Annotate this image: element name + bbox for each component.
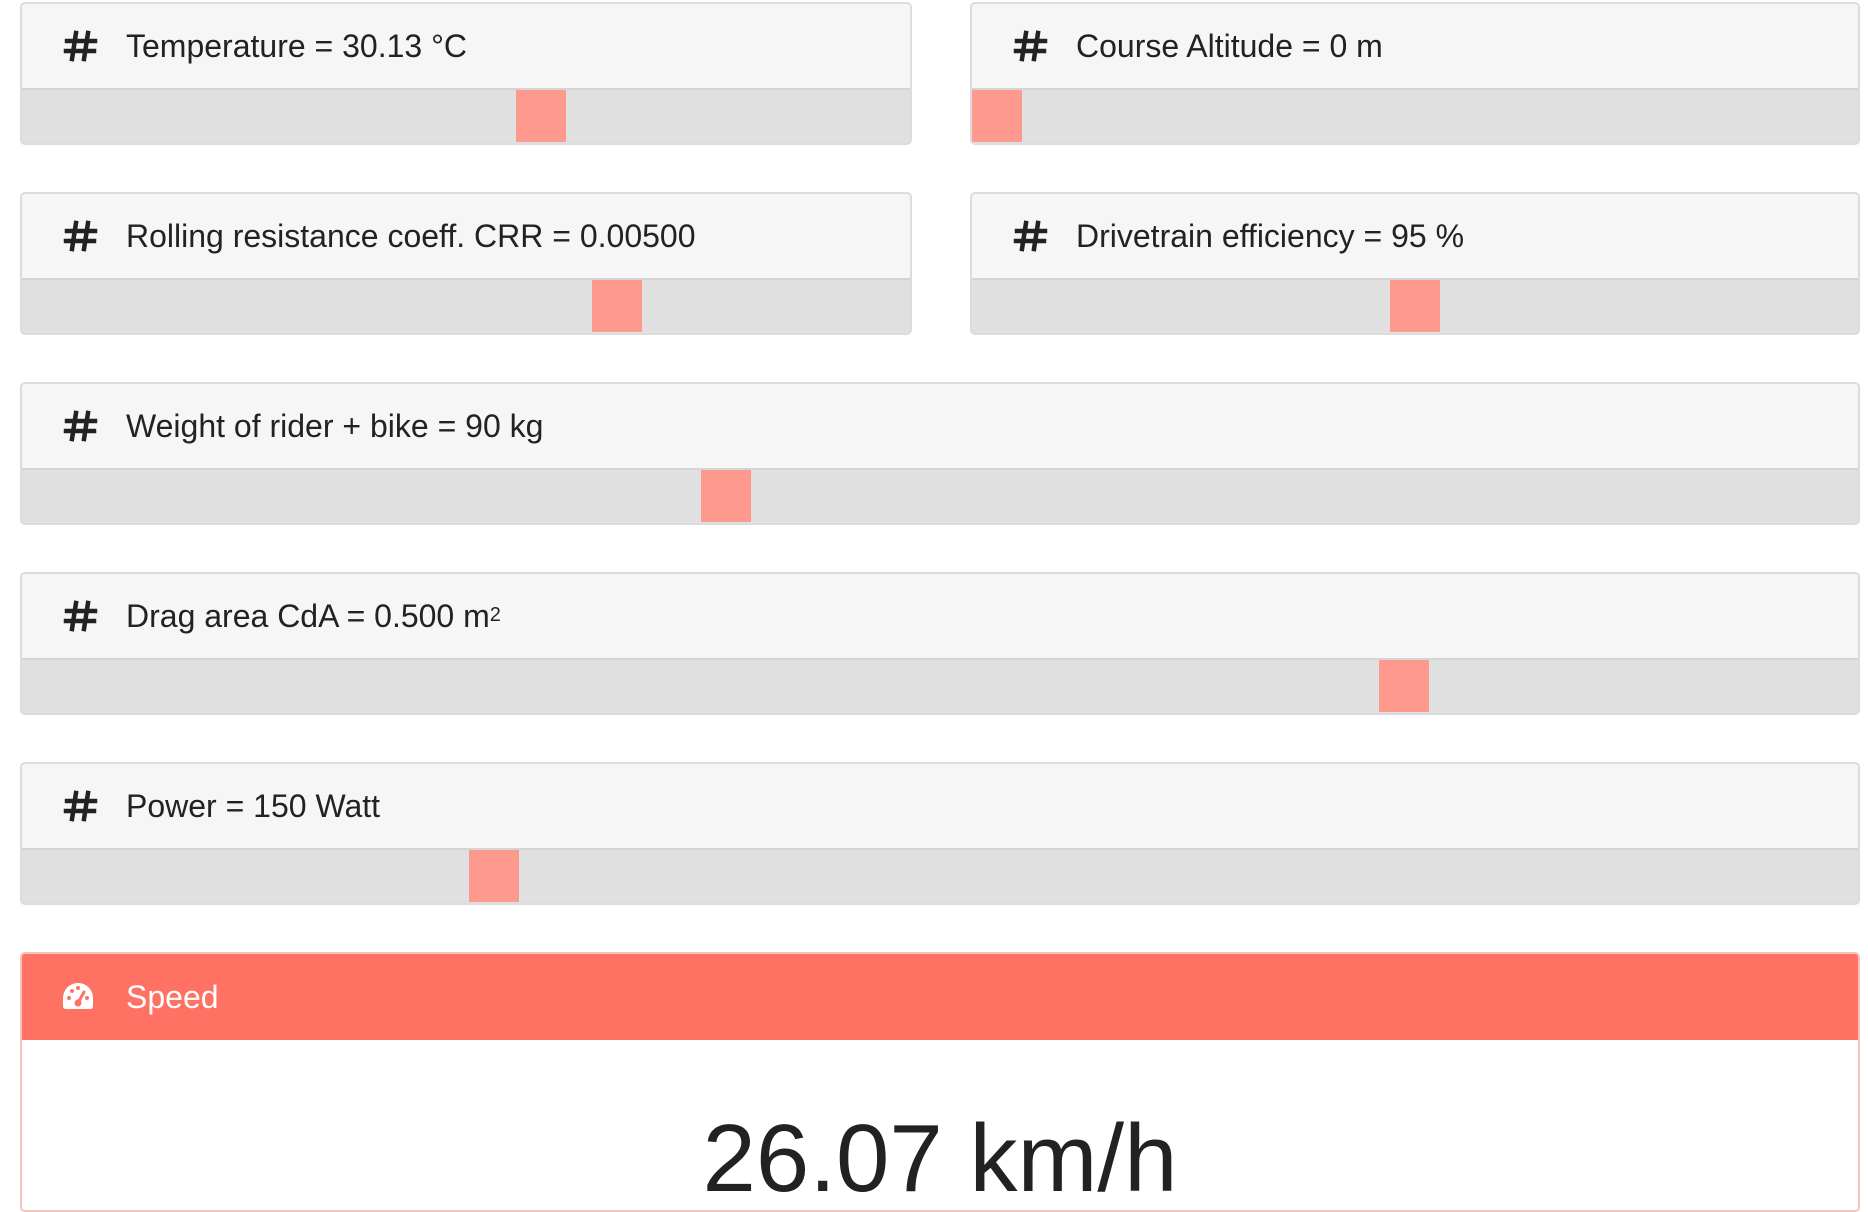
altitude-slider-thumb[interactable] xyxy=(972,90,1022,142)
crr-panel: Rolling resistance coeff. CRR = 0.00500 xyxy=(20,192,912,335)
altitude-header: Course Altitude = 0 m xyxy=(972,4,1858,90)
power-slider[interactable] xyxy=(22,850,1858,902)
hash-icon xyxy=(1010,25,1052,67)
crr-slider[interactable] xyxy=(22,280,910,332)
altitude-slider[interactable] xyxy=(972,90,1858,142)
cda-slider[interactable] xyxy=(22,660,1858,712)
power-label: Power = 150 Watt xyxy=(126,787,381,824)
hash-icon xyxy=(60,595,102,637)
speed-panel: Speed 26.07 km/h xyxy=(20,952,1860,1212)
drivetrain-slider[interactable] xyxy=(972,280,1858,332)
power-header: Power = 150 Watt xyxy=(22,764,1858,850)
weight-slider-thumb[interactable] xyxy=(701,470,751,522)
crr-slider-thumb[interactable] xyxy=(592,280,642,332)
cda-slider-thumb[interactable] xyxy=(1379,660,1429,712)
weight-slider[interactable] xyxy=(22,470,1858,522)
hash-icon xyxy=(1010,215,1052,257)
cda-panel: Drag area CdA = 0.500 m2 xyxy=(20,572,1860,715)
cda-header: Drag area CdA = 0.500 m2 xyxy=(22,574,1858,660)
altitude-label: Course Altitude = 0 m xyxy=(1076,27,1383,64)
speed-title: Speed xyxy=(126,978,219,1015)
cda-label-text: Drag area CdA = 0.500 m xyxy=(126,597,490,634)
drivetrain-panel: Drivetrain efficiency = 95 % xyxy=(970,192,1860,335)
temperature-label: Temperature = 30.13 °C xyxy=(126,27,467,64)
drivetrain-slider-thumb[interactable] xyxy=(1390,280,1440,332)
gauge-icon xyxy=(60,979,96,1015)
altitude-panel: Course Altitude = 0 m xyxy=(970,2,1860,145)
crr-label: Rolling resistance coeff. CRR = 0.00500 xyxy=(126,217,696,254)
temperature-slider-thumb[interactable] xyxy=(516,90,566,142)
crr-header: Rolling resistance coeff. CRR = 0.00500 xyxy=(22,194,910,280)
power-panel: Power = 150 Watt xyxy=(20,762,1860,905)
hash-icon xyxy=(60,785,102,827)
cda-label: Drag area CdA = 0.500 m2 xyxy=(126,598,501,635)
power-slider-thumb[interactable] xyxy=(469,850,519,902)
weight-label: Weight of rider + bike = 90 kg xyxy=(126,407,544,444)
weight-header: Weight of rider + bike = 90 kg xyxy=(22,384,1858,470)
temperature-slider[interactable] xyxy=(22,90,910,142)
cda-label-exponent: 2 xyxy=(489,603,501,626)
hash-icon xyxy=(60,215,102,257)
temperature-header: Temperature = 30.13 °C xyxy=(22,4,910,90)
weight-panel: Weight of rider + bike = 90 kg xyxy=(20,382,1860,525)
drivetrain-label: Drivetrain efficiency = 95 % xyxy=(1076,217,1465,254)
hash-icon xyxy=(60,405,102,447)
speed-value: 26.07 km/h xyxy=(702,1105,1178,1212)
temperature-panel: Temperature = 30.13 °C xyxy=(20,2,912,145)
hash-icon xyxy=(60,25,102,67)
drivetrain-header: Drivetrain efficiency = 95 % xyxy=(972,194,1858,280)
speed-header: Speed xyxy=(22,954,1858,1040)
